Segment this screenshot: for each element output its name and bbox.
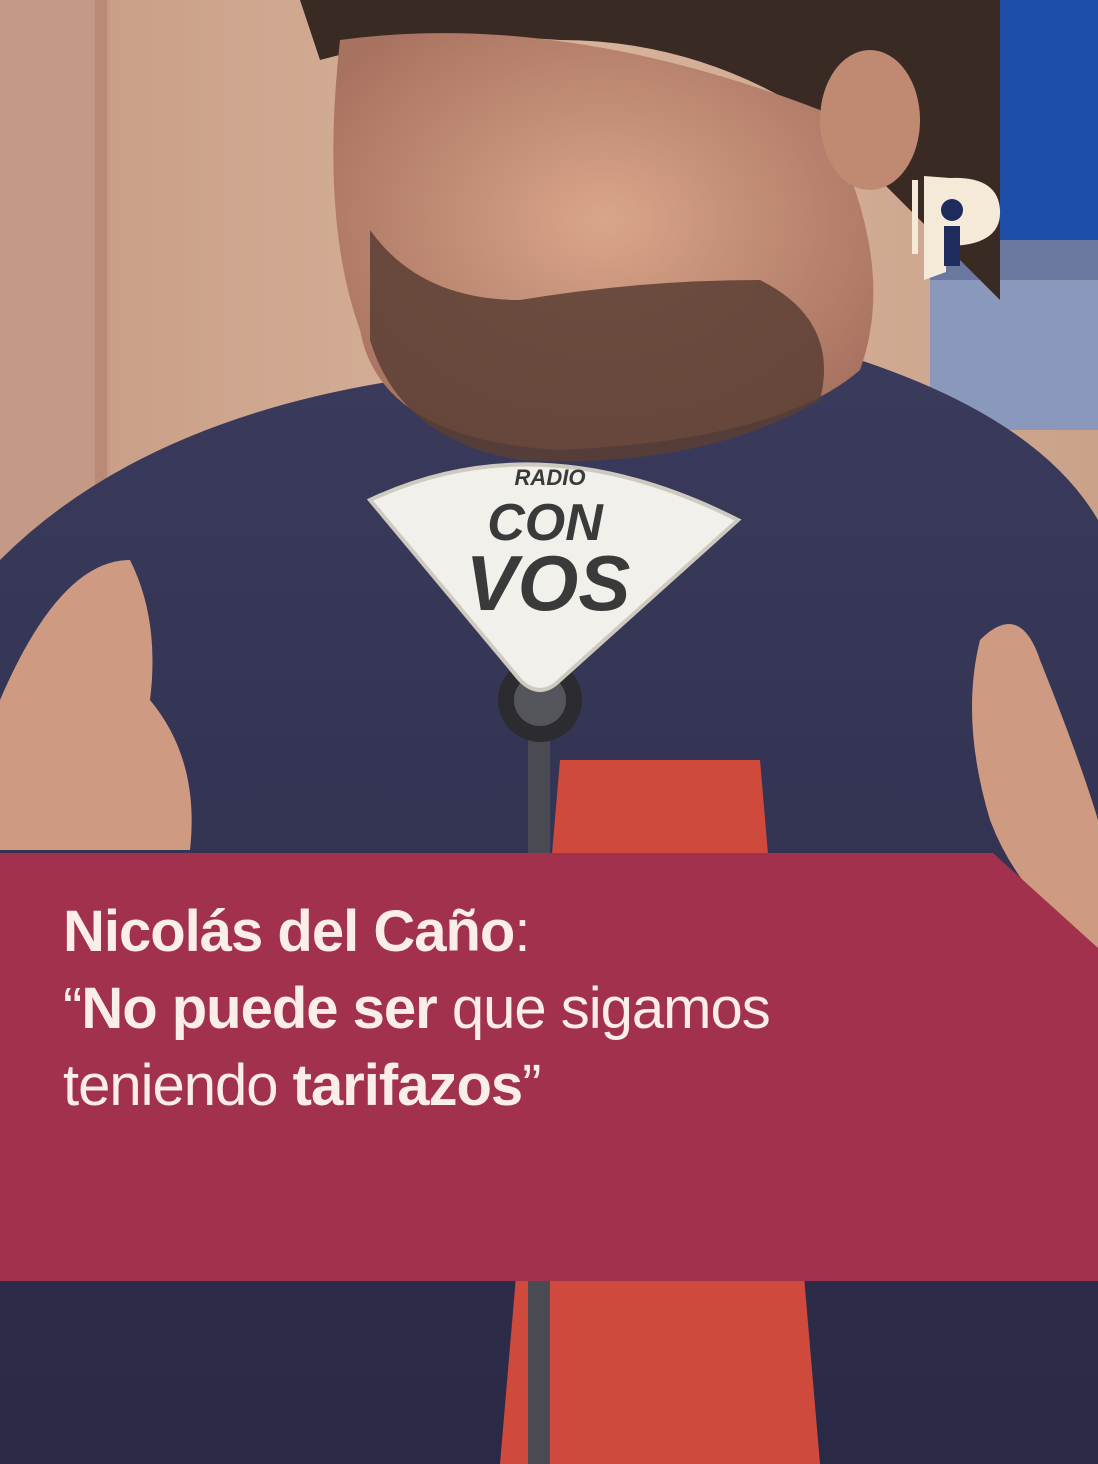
- headline-line-1: Nicolás del Caño:: [63, 893, 1023, 970]
- quote-regular-word: teniendo: [63, 1053, 293, 1118]
- speaker-name: Nicolás del Caño: [63, 899, 515, 964]
- headline-line-2: “No puede ser que sigamos: [63, 970, 1023, 1047]
- mic-label-top: RADIO: [515, 465, 586, 490]
- quote-bold-phrase: No puede ser: [81, 976, 437, 1041]
- headline-line-3: teniendo tarifazos”: [63, 1047, 1023, 1124]
- speaker-colon: :: [514, 899, 530, 964]
- mic-label-bottom: VOS: [466, 539, 631, 627]
- close-quote: ”: [522, 1053, 541, 1118]
- open-quote: “: [63, 976, 82, 1041]
- quote-regular-phrase: que sigamos: [436, 976, 771, 1041]
- headline: Nicolás del Caño: “No puede ser que siga…: [63, 893, 1023, 1124]
- brand-logo-icon: [912, 176, 1001, 280]
- quote-bold-word: tarifazos: [292, 1053, 524, 1118]
